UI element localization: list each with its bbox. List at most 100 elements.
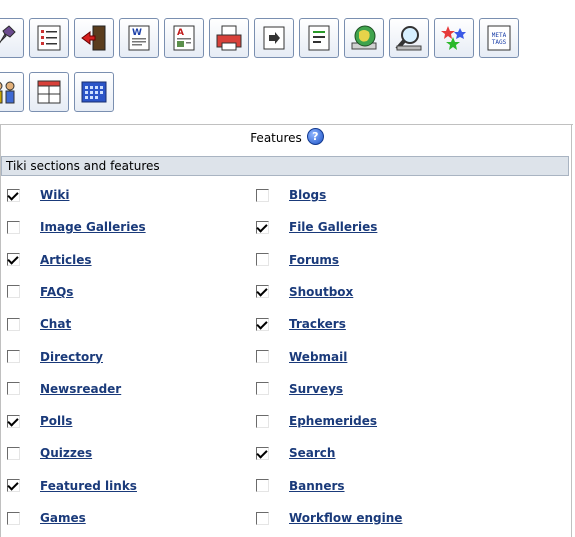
login-door-icon xyxy=(81,25,106,51)
feature-checkbox[interactable] xyxy=(7,414,20,428)
magnifier-icon xyxy=(395,26,422,51)
feature-link[interactable]: Directory xyxy=(40,350,103,364)
meta-tags-button[interactable]: META TAGS xyxy=(479,18,519,58)
text-lines-icon xyxy=(308,25,330,51)
meta-tags-label: META xyxy=(492,32,507,39)
feature-checkbox[interactable] xyxy=(7,350,20,363)
feature-link[interactable]: Image Galleries xyxy=(40,220,146,234)
feature-link[interactable]: Featured links xyxy=(40,479,137,493)
meta-tags-icon: METATAGS xyxy=(487,25,511,51)
feature-link[interactable]: Newsreader xyxy=(40,382,121,396)
feature-checkbox[interactable] xyxy=(256,188,269,202)
feature-link[interactable]: Trackers xyxy=(289,317,346,331)
calendar-button[interactable] xyxy=(74,72,114,112)
feature-checkbox[interactable] xyxy=(256,446,269,460)
feature-link[interactable]: Forums xyxy=(289,253,339,267)
feature-row: Blogs xyxy=(256,185,326,205)
feature-checkbox[interactable] xyxy=(7,220,20,234)
feature-link[interactable]: Ephemerides xyxy=(289,414,377,428)
feature-row: Workflow engine xyxy=(256,508,402,528)
feature-link[interactable]: FAQs xyxy=(40,285,73,299)
print-button[interactable] xyxy=(209,18,249,58)
feature-link[interactable]: Games xyxy=(40,511,86,525)
feature-row: Trackers xyxy=(256,314,346,334)
feature-link[interactable]: Workflow engine xyxy=(289,511,402,525)
feature-row: File Galleries xyxy=(256,217,377,237)
svg-text:A: A xyxy=(177,28,184,38)
feature-link[interactable]: Quizzes xyxy=(40,446,92,460)
help-icon[interactable]: ? xyxy=(306,127,324,145)
feature-link[interactable]: Chat xyxy=(40,317,71,331)
features-title-text: Features xyxy=(250,131,302,145)
feature-row: FAQs xyxy=(7,282,73,302)
list-icon xyxy=(37,25,61,51)
admin-toolbar: W A META TAGS xyxy=(0,0,575,120)
features-title: Features ? xyxy=(1,124,573,151)
search-button[interactable] xyxy=(389,18,429,58)
layout-button[interactable] xyxy=(29,72,69,112)
feature-link[interactable]: Surveys xyxy=(289,382,343,396)
feature-checkbox[interactable] xyxy=(7,253,20,267)
article-button[interactable]: A xyxy=(164,18,204,58)
feature-checkbox[interactable] xyxy=(256,511,269,525)
login-button[interactable] xyxy=(74,18,114,58)
feature-row: Featured links xyxy=(7,476,137,496)
feature-checkbox[interactable] xyxy=(256,414,269,428)
feature-checkbox[interactable] xyxy=(256,479,269,493)
toolbar-row-2 xyxy=(0,72,119,114)
printer-icon xyxy=(216,25,242,51)
feature-link[interactable]: Banners xyxy=(289,479,345,493)
export-button[interactable] xyxy=(254,18,294,58)
feature-link[interactable]: Blogs xyxy=(289,188,326,202)
users-button[interactable] xyxy=(0,72,24,112)
feature-checkbox[interactable] xyxy=(256,285,269,299)
wrench-button[interactable] xyxy=(0,18,24,58)
feature-checkbox[interactable] xyxy=(256,350,269,363)
wiki-button[interactable]: W xyxy=(119,18,159,58)
feature-row: Banners xyxy=(256,476,345,496)
stars-button[interactable] xyxy=(434,18,474,58)
feature-link[interactable]: Shoutbox xyxy=(289,285,353,299)
feature-checkbox[interactable] xyxy=(256,317,269,331)
feature-checkbox[interactable] xyxy=(7,479,20,493)
feature-checkbox[interactable] xyxy=(256,382,269,396)
feature-checkbox[interactable] xyxy=(7,446,20,460)
feature-link[interactable]: Articles xyxy=(40,253,92,267)
feature-row: Quizzes xyxy=(7,443,92,463)
feature-link[interactable]: Wiki xyxy=(40,188,69,202)
list-button[interactable] xyxy=(29,18,69,58)
export-icon xyxy=(263,26,285,50)
globe-button[interactable] xyxy=(344,18,384,58)
text-button[interactable] xyxy=(299,18,339,58)
feature-checkbox[interactable] xyxy=(7,188,20,202)
feature-row: Forums xyxy=(256,250,339,270)
svg-text:W: W xyxy=(132,28,142,38)
calendar-icon xyxy=(81,81,107,103)
feature-row: Ephemerides xyxy=(256,411,377,431)
feature-checkbox[interactable] xyxy=(7,285,20,299)
feature-row: Articles xyxy=(7,250,92,270)
feature-link[interactable]: Search xyxy=(289,446,335,460)
feature-row: Webmail xyxy=(256,347,347,367)
toolbar-row-1: W A META TAGS xyxy=(0,18,524,60)
feature-checkbox[interactable] xyxy=(7,511,20,525)
wiki-page-icon: W xyxy=(128,25,150,51)
feature-row: Image Galleries xyxy=(7,217,146,237)
wrench-icon xyxy=(0,25,16,44)
feature-checkbox[interactable] xyxy=(7,317,20,331)
article-icon: A xyxy=(173,25,195,51)
feature-row: Polls xyxy=(7,411,72,431)
feature-row: Shoutbox xyxy=(256,282,353,302)
feature-row: Chat xyxy=(7,314,71,334)
feature-row: Games xyxy=(7,508,86,528)
feature-row: Newsreader xyxy=(7,379,121,399)
feature-link[interactable]: Polls xyxy=(40,414,72,428)
feature-checkbox[interactable] xyxy=(7,382,20,396)
feature-row: Surveys xyxy=(256,379,343,399)
feature-checkbox[interactable] xyxy=(256,253,269,267)
feature-link[interactable]: File Galleries xyxy=(289,220,377,234)
features-panel: Features ? Tiki sections and features Wi… xyxy=(0,124,573,537)
globe-icon xyxy=(351,25,377,50)
feature-link[interactable]: Webmail xyxy=(289,350,347,364)
feature-checkbox[interactable] xyxy=(256,220,269,234)
